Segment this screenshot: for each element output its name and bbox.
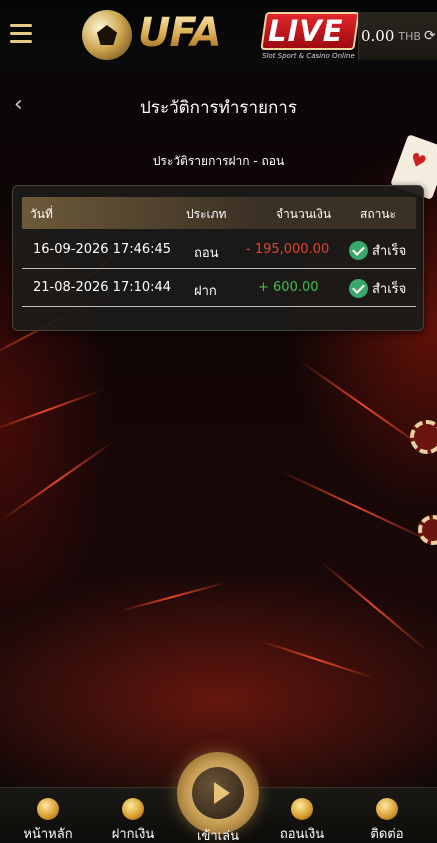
nav-contact-label: ติดต่อ bbox=[370, 827, 404, 842]
row-date: 16-09-2026 17:46:45 bbox=[33, 242, 172, 257]
row-type: ฝาก bbox=[194, 284, 217, 299]
logo-brand-text: UFA bbox=[138, 10, 222, 56]
header-date: วันที่ bbox=[30, 207, 53, 221]
row-status-text: สำเร็จ bbox=[372, 282, 407, 297]
row-amount: - 195,000.00 bbox=[246, 242, 330, 257]
casino-chip-decoration bbox=[418, 515, 437, 545]
balance-amount: 0.00 bbox=[361, 27, 395, 45]
casino-chip-decoration bbox=[410, 420, 437, 454]
table-row: 21-08-2026 17:10:44 ฝาก + 600.00 สำเร็จ bbox=[22, 269, 416, 307]
hamburger-menu-icon[interactable] bbox=[10, 24, 32, 44]
check-circle-icon bbox=[349, 241, 368, 260]
nav-home[interactable]: หน้าหลัก bbox=[13, 788, 83, 843]
table-row: 16-09-2026 17:46:45 ถอน - 195,000.00 สำเ… bbox=[22, 231, 416, 269]
refresh-icon[interactable]: ⟳ bbox=[424, 28, 436, 44]
nav-contact[interactable]: ติดต่อ bbox=[352, 788, 422, 843]
row-status: สำเร็จ bbox=[349, 278, 406, 299]
play-icon bbox=[214, 782, 230, 804]
balance-currency: THB bbox=[398, 29, 421, 43]
header-amount: จำนวนเงิน bbox=[276, 207, 332, 221]
coin-icon bbox=[122, 798, 144, 820]
table-header: วันที่ ประเภท จำนวนเงิน สถานะ bbox=[22, 197, 416, 229]
play-button-inner bbox=[192, 767, 244, 819]
nav-home-label: หน้าหลัก bbox=[23, 827, 73, 842]
page-title: ประวัติการทำรายการ bbox=[140, 98, 297, 118]
row-status-text: สำเร็จ bbox=[372, 244, 407, 259]
play-button[interactable] bbox=[177, 752, 259, 834]
balance-display: 0.00 THB ⟳ bbox=[358, 12, 437, 60]
top-header: UFA LIVE Slot Sport & Casino Online 0.00… bbox=[0, 0, 437, 72]
background-streaks bbox=[0, 0, 437, 843]
play-label: เข้าเล่น bbox=[197, 829, 239, 843]
soccer-ball-icon bbox=[82, 10, 132, 60]
chat-bubble-icon bbox=[376, 798, 398, 820]
check-circle-icon bbox=[349, 279, 368, 298]
nav-withdraw[interactable]: ถอนเงิน bbox=[267, 788, 337, 843]
header-status: สถานะ bbox=[360, 207, 396, 221]
row-status: สำเร็จ bbox=[349, 240, 406, 261]
nav-withdraw-label: ถอนเงิน bbox=[279, 827, 325, 842]
logo-tagline: Slot Sport & Casino Online bbox=[262, 52, 355, 60]
nav-deposit[interactable]: ฝากเงิน bbox=[98, 788, 168, 843]
row-amount: + 600.00 bbox=[258, 280, 319, 295]
header-type: ประเภท bbox=[186, 207, 227, 221]
home-icon bbox=[37, 798, 59, 820]
nav-deposit-label: ฝากเงิน bbox=[111, 827, 155, 842]
ufa-live-logo[interactable]: UFA LIVE Slot Sport & Casino Online bbox=[82, 6, 360, 64]
money-bag-icon bbox=[291, 798, 313, 820]
row-type: ถอน bbox=[194, 246, 219, 261]
row-date: 21-08-2026 17:10:44 bbox=[33, 280, 172, 295]
section-title: ประวัติรายการฝาก - ถอน bbox=[152, 154, 285, 168]
transaction-history-card: วันที่ ประเภท จำนวนเงิน สถานะ 16-09-2026… bbox=[12, 185, 424, 331]
logo-live-text: LIVE bbox=[268, 14, 344, 48]
